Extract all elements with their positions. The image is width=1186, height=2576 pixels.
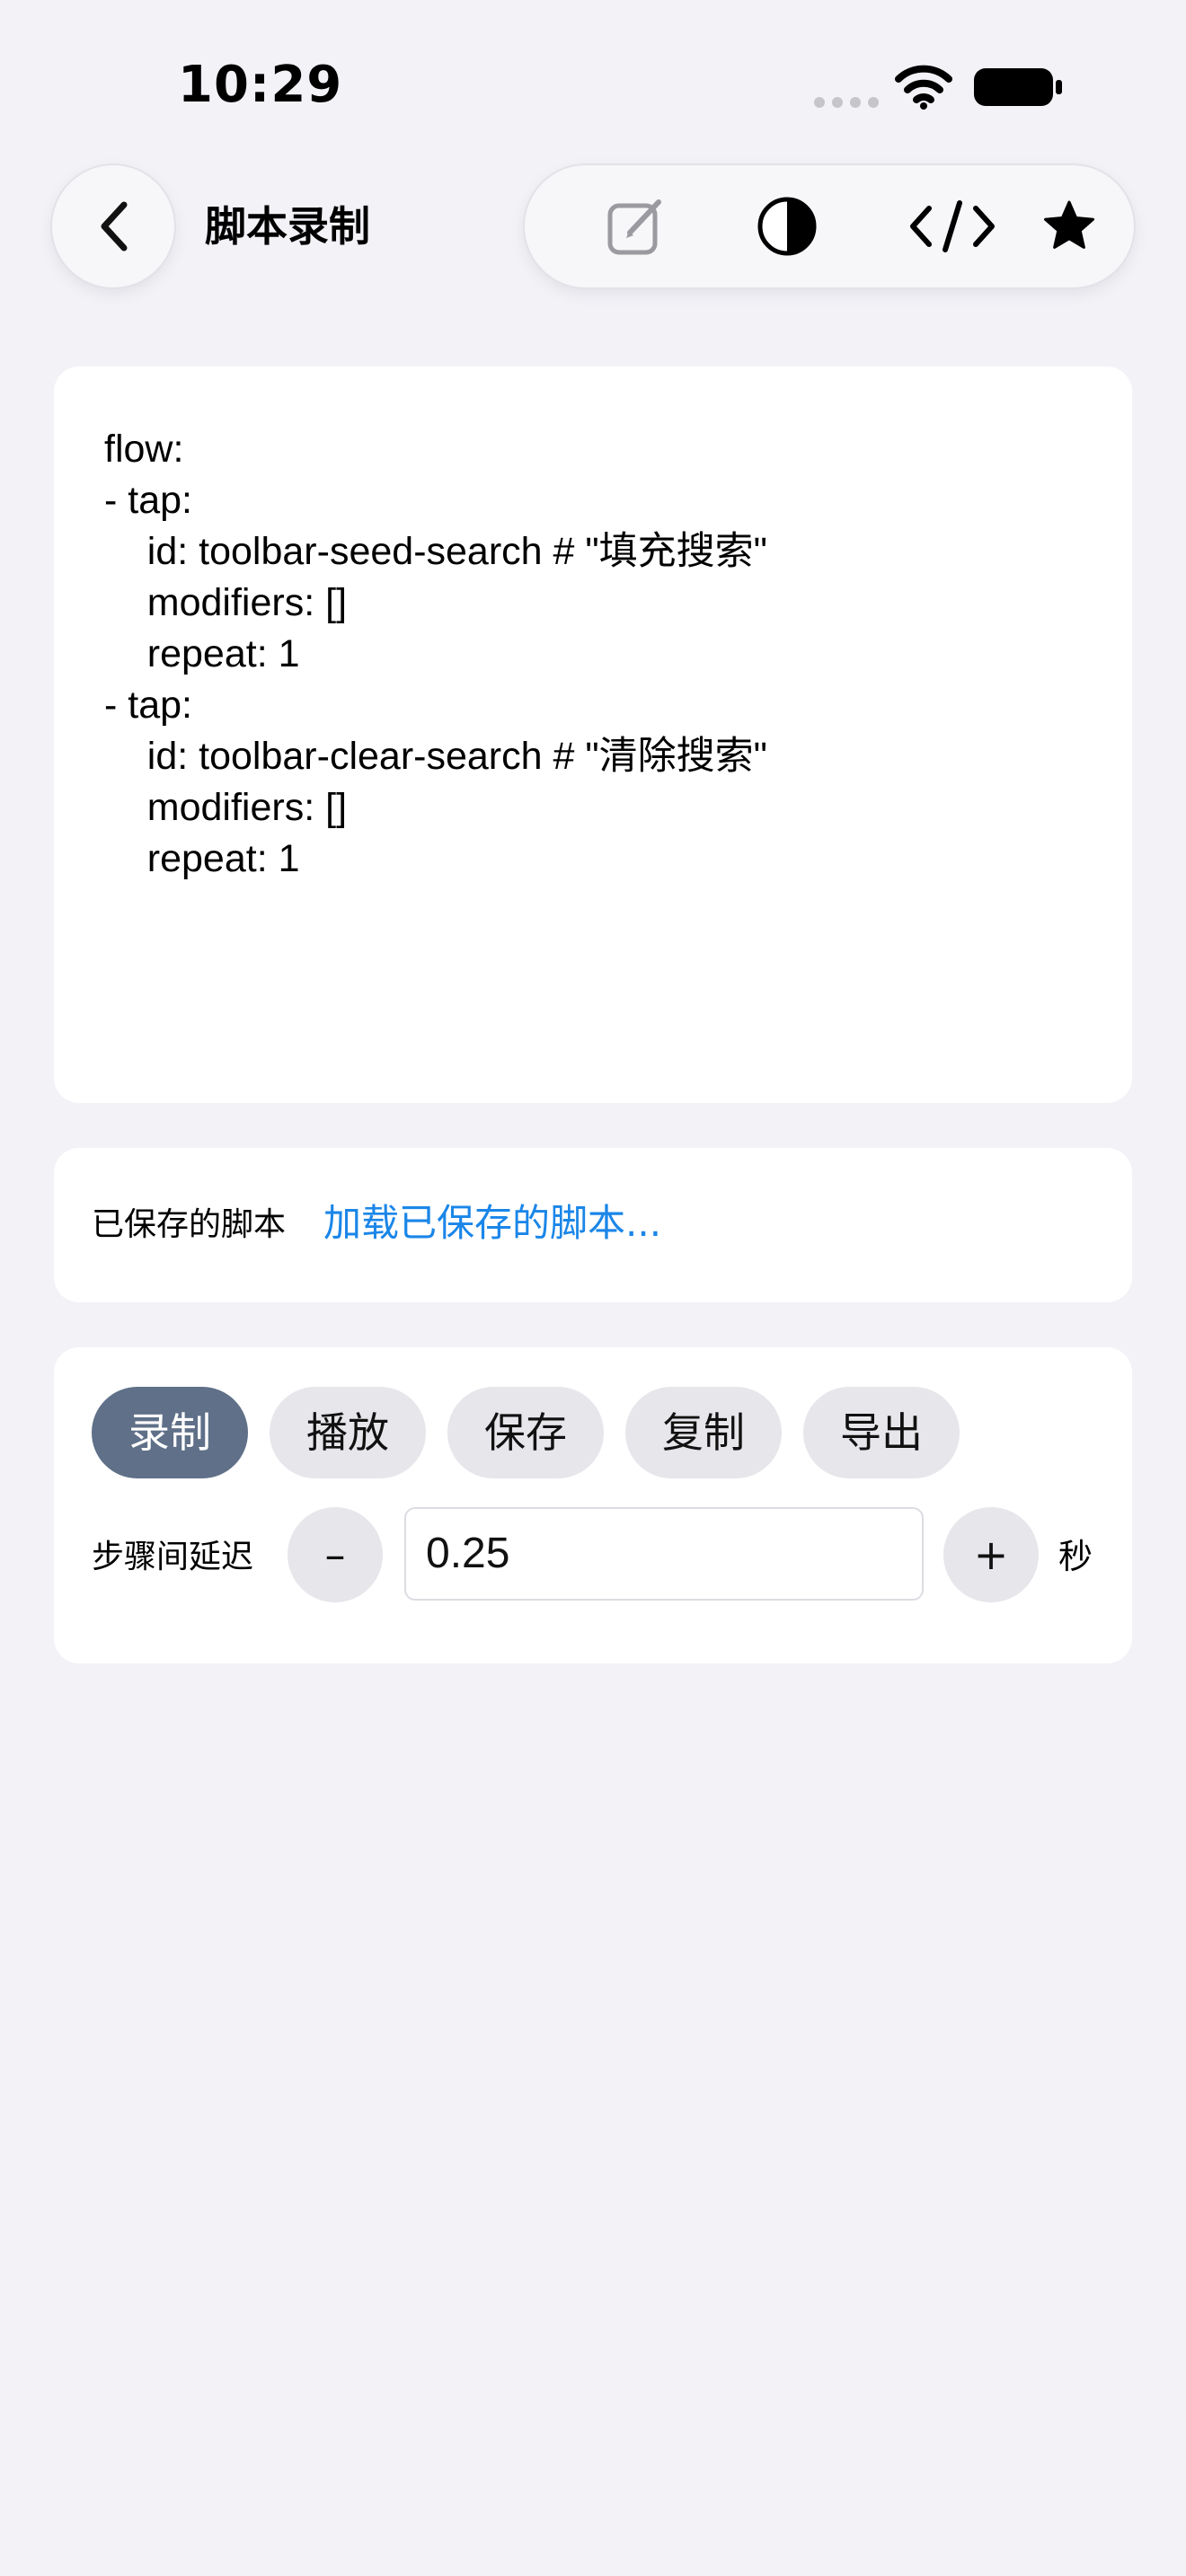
cellular-signal-icon — [814, 97, 879, 108]
contrast-icon — [757, 197, 817, 256]
page-title: 脚本录制 — [205, 202, 370, 251]
battery-icon — [974, 68, 1062, 106]
copy-button[interactable]: 复制 — [625, 1387, 782, 1478]
delay-unit-label: 秒 — [1058, 1537, 1093, 1576]
status-bar: 10:29 — [0, 0, 1186, 153]
back-button[interactable] — [52, 165, 174, 287]
wifi-icon — [895, 65, 952, 110]
saved-scripts-row: 已保存的脚本 加载已保存的脚本... — [54, 1148, 1132, 1302]
record-button[interactable]: 录制 — [92, 1387, 248, 1478]
code-button[interactable] — [907, 181, 997, 271]
controls-panel: 录制 播放 保存 复制 导出 步骤间延迟 – 0.25 + 秒 — [54, 1347, 1132, 1663]
chevron-left-icon — [101, 201, 128, 251]
play-button[interactable]: 播放 — [270, 1387, 426, 1478]
decrement-delay-button[interactable]: – — [288, 1507, 383, 1602]
save-button[interactable]: 保存 — [447, 1387, 604, 1478]
toolbar — [525, 165, 1134, 287]
script-text[interactable]: flow: - tap: id: toolbar-seed-search # "… — [104, 424, 1093, 885]
increment-delay-button[interactable]: + — [943, 1507, 1039, 1602]
script-editor[interactable]: flow: - tap: id: toolbar-seed-search # "… — [54, 366, 1132, 1103]
load-saved-script-link[interactable]: 加载已保存的脚本... — [323, 1198, 661, 1248]
edit-icon — [607, 199, 661, 255]
star-icon — [1044, 200, 1094, 249]
code-icon — [910, 200, 995, 252]
favorite-button[interactable] — [1024, 181, 1114, 271]
status-time: 10:29 — [178, 56, 343, 114]
export-button[interactable]: 导出 — [803, 1387, 960, 1478]
delay-input[interactable]: 0.25 — [404, 1507, 924, 1601]
step-delay-label: 步骤间延迟 — [92, 1539, 254, 1575]
saved-scripts-label: 已保存的脚本 — [92, 1206, 287, 1243]
edit-button[interactable] — [591, 181, 681, 271]
contrast-button[interactable] — [742, 181, 832, 271]
